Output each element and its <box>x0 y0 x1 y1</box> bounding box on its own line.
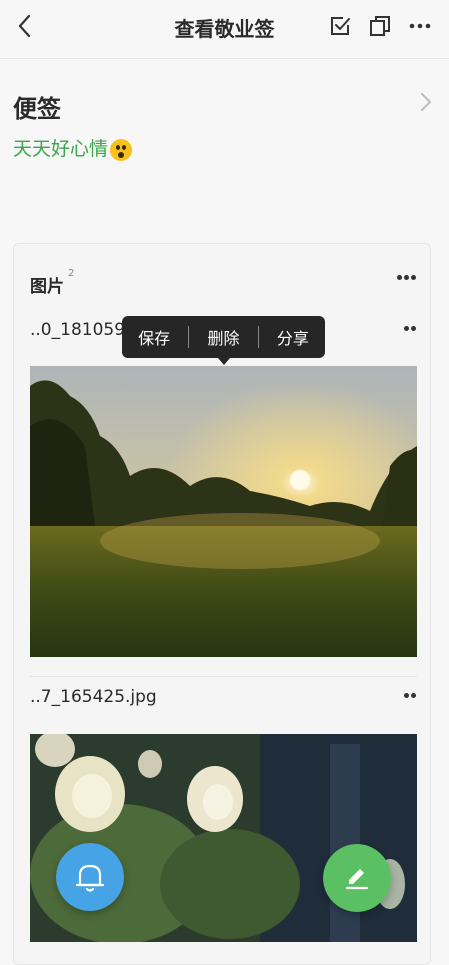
share-menu-item[interactable]: 分享 <box>263 325 323 349</box>
top-bar: 查看敬业签 <box>0 0 449 59</box>
attachments-count: 2 <box>68 268 75 279</box>
attachments-more-icon[interactable] <box>396 273 420 283</box>
context-popup-menu: 保存 删除 分享 <box>122 316 325 365</box>
sunset-photo[interactable] <box>30 366 417 657</box>
popup-divider <box>257 326 259 348</box>
copy-icon[interactable] <box>367 13 393 39</box>
note-content-text: 天天好心情 <box>13 138 109 160</box>
astonished-emoji-icon <box>110 138 133 161</box>
file-divider <box>30 676 417 677</box>
delete-menu-item[interactable]: 删除 <box>193 325 253 349</box>
reminder-bell-button[interactable] <box>56 843 124 911</box>
file-1-more-icon[interactable] <box>404 324 428 334</box>
note-category: 便签 <box>13 95 61 123</box>
note-content: 天天好心情 <box>13 134 133 161</box>
file-2-more-icon[interactable] <box>404 691 428 701</box>
edit-pencil-button[interactable] <box>323 844 391 912</box>
chevron-right-icon[interactable] <box>418 92 434 112</box>
more-icon[interactable] <box>407 13 433 39</box>
file-name-2[interactable]: ..7_165425.jpg <box>30 687 157 707</box>
save-menu-item[interactable]: 保存 <box>124 325 184 349</box>
attachments-title: 图片 <box>30 277 64 297</box>
popup-divider <box>188 326 190 348</box>
checkbox-icon[interactable] <box>327 13 353 39</box>
